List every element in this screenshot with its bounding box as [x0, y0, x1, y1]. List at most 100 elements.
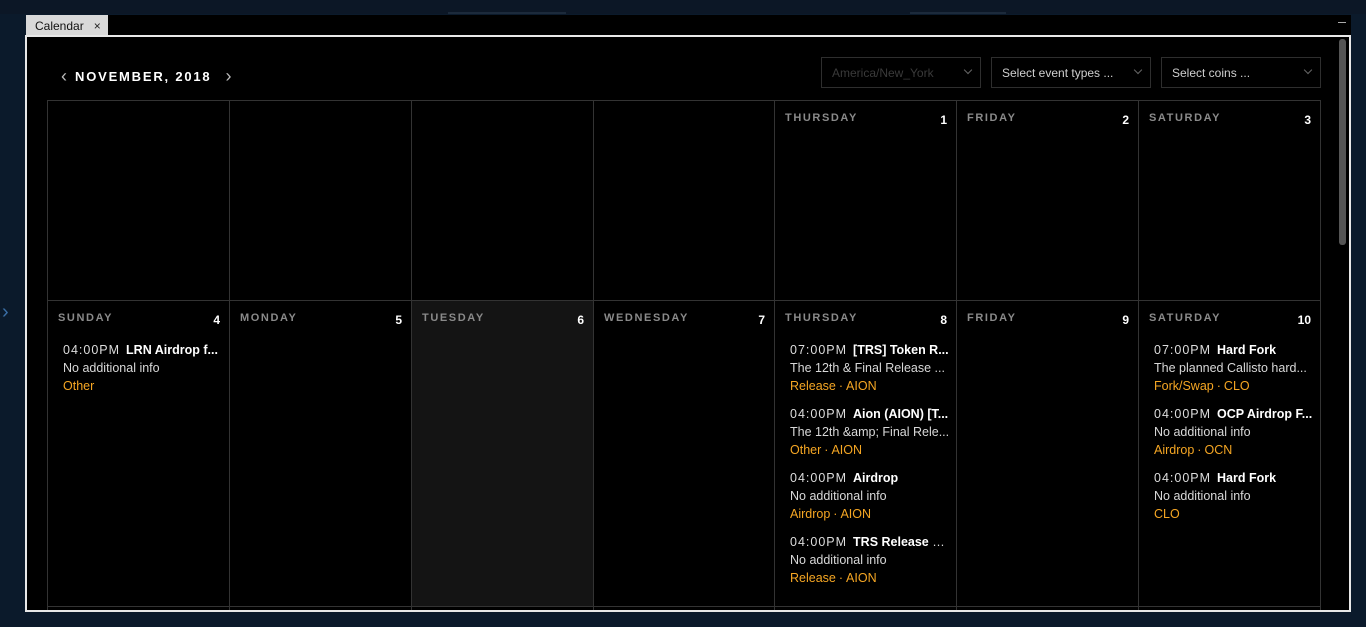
calendar-event[interactable]: 07:00PM Hard Fork The planned Callisto har… — [1154, 341, 1314, 395]
calendar-event[interactable]: 04:00PM Hard Fork No additional info CLO — [1154, 469, 1314, 523]
day-cell[interactable]: SATURDAY 10 07:00PM Hard Fork The planned Ca… — [1139, 301, 1321, 607]
day-cell[interactable]: MONDAY 5 — [230, 301, 412, 607]
timezone-placeholder: America/New_York — [832, 65, 934, 80]
day-cell[interactable]: FRIDAY 2 — [957, 101, 1139, 301]
event-category[interactable]: Airdrop — [1154, 443, 1194, 457]
event-category[interactable]: CLO — [1154, 507, 1180, 521]
day-cell[interactable]: SUNDAY 4 04:00PM LRN Airdrop f... No additio… — [48, 301, 230, 607]
event-category[interactable]: Other — [63, 379, 94, 393]
day-cell[interactable]: SATURDAY 3 — [1139, 101, 1321, 301]
event-title: TRS Release #12 — [853, 535, 950, 549]
day-number: 4 — [213, 313, 220, 327]
event-list: 04:00PM LRN Airdrop f... No additional inf… — [63, 341, 223, 405]
event-coin[interactable]: AION — [846, 379, 877, 393]
event-category[interactable]: Airdrop — [790, 507, 830, 521]
day-cell[interactable] — [230, 101, 412, 301]
minimize-icon[interactable] — [1338, 22, 1346, 23]
calendar-event[interactable]: 04:00PM Aion (AION) [T... The 12th &amp; F… — [790, 405, 950, 459]
month-navigation: ‹ NOVEMBER, 2018 › — [55, 66, 237, 87]
event-category[interactable]: Other — [790, 443, 821, 457]
event-title: LRN Airdrop f... — [126, 343, 218, 357]
event-description: The 12th & Final Release ... — [790, 361, 945, 375]
calendar-event[interactable]: 07:00PM [TRS] Token R... The 12th & Final … — [790, 341, 950, 395]
calendar-event[interactable]: 04:00PM TRS Release #12 No additional info… — [790, 533, 950, 587]
event-tags: Release · AION — [790, 377, 950, 395]
event-tags: Release · AION — [790, 569, 950, 587]
event-description: No additional info — [1154, 489, 1251, 503]
day-cell[interactable] — [775, 607, 957, 610]
event-types-placeholder: Select event types ... — [1002, 65, 1114, 80]
tab-calendar[interactable]: Calendar × — [26, 15, 108, 36]
event-list: 07:00PM Hard Fork The planned Callisto har… — [1154, 341, 1314, 533]
tag-separator: · — [1197, 443, 1202, 457]
day-cell[interactable] — [230, 607, 412, 610]
day-cell[interactable]: TUESDAY 6 — [412, 301, 594, 607]
day-name: FRIDAY — [967, 312, 1017, 324]
expand-sidebar-icon[interactable]: › — [2, 302, 9, 322]
day-cell[interactable]: FRIDAY 9 — [957, 301, 1139, 607]
event-category[interactable]: Release — [790, 379, 836, 393]
event-time: 07:00PM — [1154, 343, 1212, 357]
event-title: OCP Airdrop F... — [1217, 407, 1313, 421]
event-coin[interactable]: AION — [840, 507, 871, 521]
event-title: Airdrop — [853, 471, 899, 485]
day-cell[interactable]: THURSDAY 1 — [775, 101, 957, 301]
day-name: SATURDAY — [1149, 312, 1222, 324]
day-number: 3 — [1304, 113, 1311, 127]
event-tags: Airdrop · AION — [790, 505, 950, 523]
timezone-select[interactable]: America/New_York — [821, 57, 981, 88]
calendar-event[interactable]: 04:00PM LRN Airdrop f... No additional inf… — [63, 341, 223, 395]
day-name: FRIDAY — [967, 112, 1017, 124]
day-cell[interactable] — [1139, 607, 1321, 610]
day-number: 9 — [1122, 313, 1129, 327]
day-cell[interactable] — [48, 101, 230, 301]
event-title: [TRS] Token R... — [853, 343, 949, 357]
day-cell[interactable] — [412, 607, 594, 610]
event-time: 04:00PM — [790, 471, 848, 485]
event-time: 04:00PM — [790, 535, 848, 549]
day-cell[interactable]: WEDNESDAY 7 — [594, 301, 775, 607]
event-description: The planned Callisto hard... — [1154, 361, 1307, 375]
day-number: 6 — [577, 313, 584, 327]
day-cell[interactable]: THURSDAY 8 07:00PM [TRS] Token R... The 12th… — [775, 301, 957, 607]
event-time: 04:00PM — [63, 343, 121, 357]
event-coin[interactable]: CLO — [1224, 379, 1250, 393]
day-name: SUNDAY — [58, 312, 114, 324]
event-types-select[interactable]: Select event types ... — [991, 57, 1151, 88]
tag-separator: · — [833, 507, 838, 521]
calendar-event[interactable]: 04:00PM Airdrop No additional info Airdrop ·… — [790, 469, 950, 523]
day-cell[interactable] — [594, 101, 775, 301]
day-number: 7 — [758, 313, 765, 327]
event-description: No additional info — [1154, 425, 1251, 439]
top-divider — [910, 12, 1006, 14]
event-coin[interactable]: OCN — [1204, 443, 1232, 457]
tab-bar — [108, 15, 1351, 36]
event-coin[interactable]: AION — [831, 443, 862, 457]
event-tags: CLO — [1154, 505, 1314, 523]
event-time: 04:00PM — [790, 407, 848, 421]
day-name: SATURDAY — [1149, 112, 1222, 124]
day-cell[interactable] — [594, 607, 775, 610]
calendar-event[interactable]: 04:00PM OCP Airdrop F... No additional inf… — [1154, 405, 1314, 459]
day-cell[interactable] — [412, 101, 594, 301]
tag-separator: · — [838, 379, 844, 393]
coins-select[interactable]: Select coins ... — [1161, 57, 1321, 88]
event-tags: Other — [63, 377, 223, 395]
scrollbar[interactable] — [1339, 39, 1346, 245]
day-name: TUESDAY — [422, 312, 485, 324]
chevron-left-icon[interactable]: ‹ — [55, 66, 73, 87]
day-number: 10 — [1297, 313, 1311, 327]
event-description: No additional info — [790, 553, 887, 567]
event-time: 04:00PM — [1154, 471, 1212, 485]
day-number: 2 — [1122, 113, 1129, 127]
event-coin[interactable]: AION — [846, 571, 877, 585]
event-category[interactable]: Fork/Swap — [1154, 379, 1214, 393]
event-category[interactable]: Release — [790, 571, 836, 585]
chevron-right-icon[interactable]: › — [219, 66, 237, 87]
day-cell[interactable] — [48, 607, 230, 610]
month-title: NOVEMBER, 2018 — [75, 69, 212, 84]
event-tags: Other · AION — [790, 441, 950, 459]
close-icon[interactable]: × — [94, 19, 101, 33]
event-title: Aion (AION) [T... — [853, 407, 949, 421]
day-cell[interactable] — [957, 607, 1139, 610]
